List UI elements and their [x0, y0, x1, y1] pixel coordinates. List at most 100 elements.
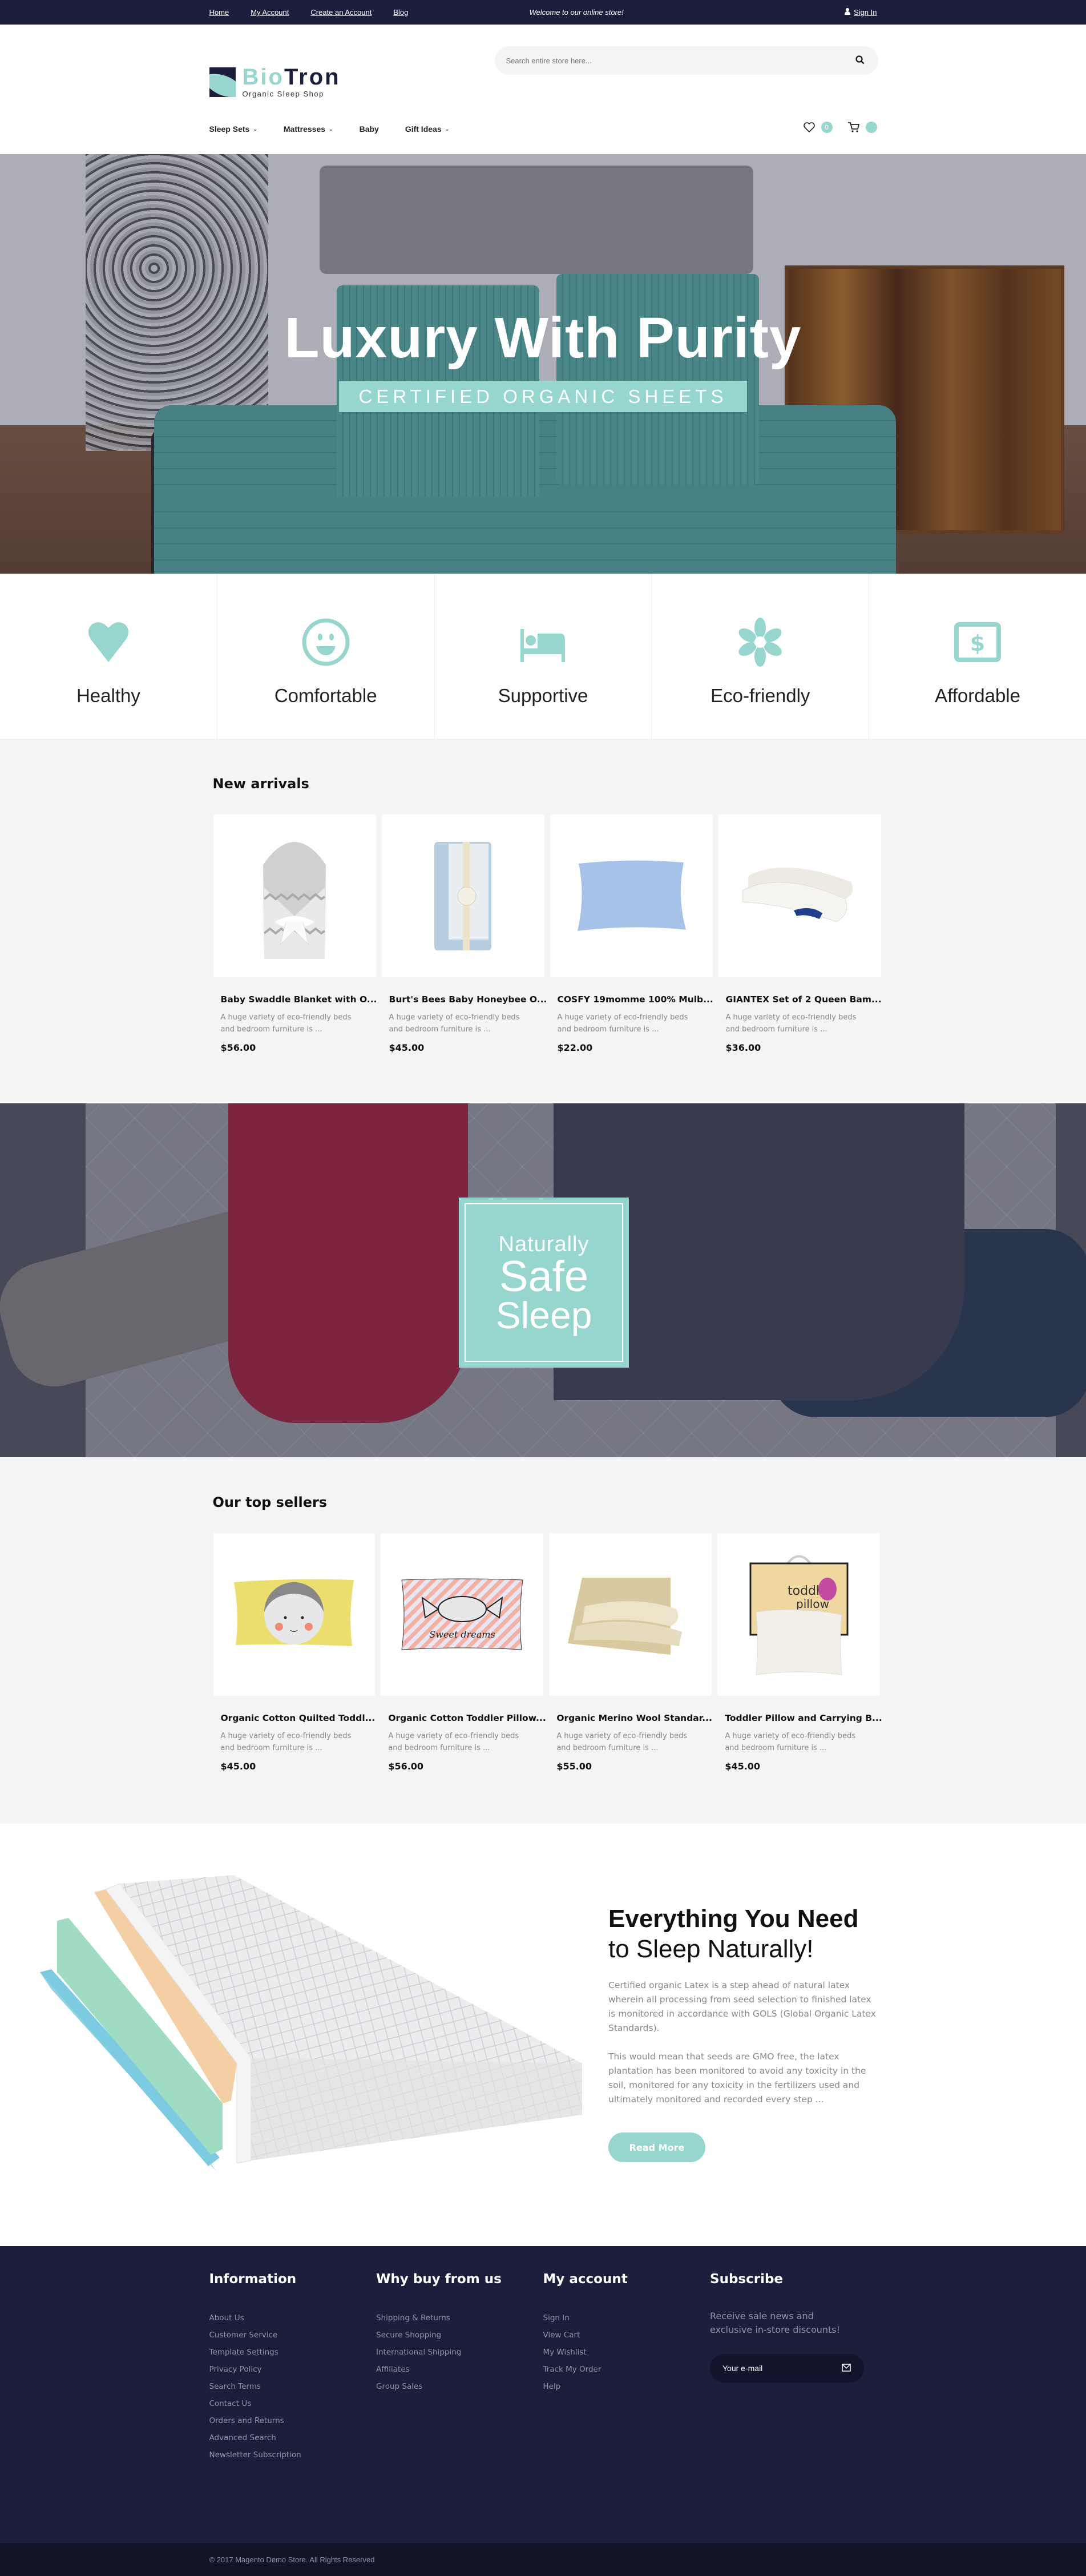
footer-link[interactable]: International Shipping: [376, 2344, 543, 2361]
footer-link[interactable]: Newsletter Subscription: [209, 2446, 377, 2464]
product-name[interactable]: COSFY 19momme 100% Mulb...: [558, 994, 713, 1005]
search-input[interactable]: [506, 56, 854, 65]
smiley-icon: [302, 618, 350, 666]
nav-mattresses[interactable]: Mattresses ⌄: [284, 124, 333, 134]
product-image[interactable]: [718, 815, 881, 977]
chevron-down-icon: ⌄: [253, 126, 257, 132]
feature-affordable: $ Affordable: [869, 574, 1086, 739]
footer-link[interactable]: View Cart: [543, 2327, 710, 2344]
footer-link[interactable]: Track My Order: [543, 2361, 710, 2378]
product-price: $22.00: [557, 1042, 593, 1053]
product-price: $45.00: [725, 1761, 761, 1772]
footer-link[interactable]: Search Terms: [209, 2378, 377, 2395]
product-image[interactable]: [213, 815, 376, 977]
footer-link[interactable]: Orders and Returns: [209, 2412, 377, 2429]
product-card[interactable]: Baby Swaddle Blanket with O... A huge va…: [213, 815, 377, 1053]
safe-sleep-banner[interactable]: Naturally Safe Sleep: [0, 1103, 1086, 1457]
product-card[interactable]: COSFY 19momme 100% Mulb... A huge variet…: [550, 815, 713, 1053]
footer-link[interactable]: Template Settings: [209, 2344, 377, 2361]
sign-in[interactable]: Sign In: [845, 8, 877, 17]
footer-link[interactable]: Shipping & Returns: [376, 2309, 543, 2327]
nav-label: Mattresses: [283, 124, 326, 134]
product-card[interactable]: Organic Merino Wool Standar... A huge va…: [549, 1533, 712, 1772]
product-card[interactable]: Sweet dreams Organic Cotton Toddler Pill…: [381, 1533, 546, 1772]
logo-brand-bio: Bio: [242, 64, 284, 90]
footer-link[interactable]: Help: [543, 2378, 710, 2395]
product-name[interactable]: Toddler Pillow and Carrying B...: [725, 1713, 882, 1723]
footer-link[interactable]: Customer Service: [209, 2327, 377, 2344]
section-title: Our top sellers: [212, 1494, 328, 1510]
heart-outline-icon: [803, 122, 815, 133]
nav-label: Sleep Sets: [209, 124, 250, 134]
footer-column-title: Subscribe: [710, 2272, 784, 2287]
svg-text:Sweet dreams: Sweet dreams: [429, 1629, 495, 1640]
footer-link[interactable]: Privacy Policy: [209, 2361, 377, 2378]
product-image[interactable]: toddler pillow: [717, 1533, 881, 1696]
footer-link[interactable]: Group Sales: [376, 2378, 543, 2395]
top-link-my-account[interactable]: My Account: [251, 8, 289, 17]
top-links: Home My Account Create an Account Blog: [209, 8, 409, 17]
nav-gift-ideas[interactable]: Gift Ideas ⌄: [405, 124, 449, 134]
sweet-dreams-pillow-image: Sweet dreams: [401, 1578, 523, 1650]
feature-label: Eco-friendly: [710, 685, 810, 706]
chevron-down-icon: ⌄: [445, 126, 450, 132]
product-card[interactable]: GIANTEX Set of 2 Queen Bam... A huge var…: [718, 815, 882, 1053]
subscribe-button[interactable]: [841, 2363, 851, 2373]
product-name[interactable]: Organic Cotton Toddler Pillow...: [388, 1713, 546, 1723]
search-bar: [494, 46, 878, 75]
chevron-down-icon: ⌄: [329, 126, 333, 132]
footer-link[interactable]: Affiliates: [376, 2361, 543, 2378]
product-image[interactable]: [381, 815, 544, 977]
product-card[interactable]: Organic Cotton Quilted Toddl... A huge v…: [213, 1533, 376, 1772]
product-name[interactable]: GIANTEX Set of 2 Queen Bam...: [726, 994, 882, 1005]
product-name[interactable]: Burt's Bees Baby Honeybee O...: [389, 994, 547, 1005]
product-card[interactable]: toddler pillow Toddler Pillow and Carryin…: [717, 1533, 882, 1772]
hero-subtitle-badge: CERTIFIED ORGANIC SHEETS: [339, 381, 747, 412]
product-description: A huge variety of eco-friendly beds and …: [556, 1732, 688, 1752]
product-image[interactable]: Sweet dreams: [381, 1533, 544, 1696]
footer-link[interactable]: Advanced Search: [209, 2429, 377, 2446]
top-bar: Home My Account Create an Account Blog W…: [0, 0, 1086, 25]
main-nav: Sleep Sets ⌄ Mattresses ⌄ Baby Gift Ideas ⌄: [209, 124, 450, 134]
cart-button[interactable]: [847, 122, 877, 133]
banner-line-3: Sleep: [495, 1293, 592, 1336]
search-button[interactable]: [854, 55, 866, 66]
footer-link[interactable]: Secure Shopping: [376, 2327, 543, 2344]
nav-sleep-sets[interactable]: Sleep Sets ⌄: [209, 124, 257, 134]
nav-baby[interactable]: Baby: [360, 124, 379, 134]
product-name[interactable]: Organic Cotton Quilted Toddl...: [221, 1713, 376, 1723]
top-link-home[interactable]: Home: [209, 8, 229, 17]
footer-link[interactable]: About Us: [209, 2309, 377, 2327]
product-grid: Baby Swaddle Blanket with O... A huge va…: [213, 815, 882, 1053]
product-price: $56.00: [388, 1761, 424, 1772]
product-image[interactable]: [550, 815, 713, 977]
bamboo-pillows-image: [742, 867, 853, 922]
top-link-create-account[interactable]: Create an Account: [310, 8, 372, 17]
footer-link[interactable]: My Wishlist: [543, 2344, 710, 2361]
product-name[interactable]: Baby Swaddle Blanket with O...: [221, 994, 377, 1005]
safe-sleep-badge: Naturally Safe Sleep: [459, 1198, 629, 1368]
top-link-blog[interactable]: Blog: [393, 8, 408, 17]
email-input[interactable]: [722, 2364, 841, 2373]
footer-column-why-buy: Why buy from us Shipping & Returns Secur…: [376, 2272, 543, 2464]
sign-in-link[interactable]: Sign In: [854, 8, 877, 17]
header: BioTron Organic Sleep Shop Sleep Sets⌄ M…: [0, 25, 1086, 154]
footer-link[interactable]: Sign In: [543, 2309, 710, 2327]
product-image[interactable]: [549, 1533, 712, 1696]
product-card[interactable]: Burt's Bees Baby Honeybee O... A huge va…: [381, 815, 547, 1053]
read-more-button[interactable]: Read More: [608, 2132, 705, 2162]
product-description: A huge variety of eco-friendly beds and …: [725, 1013, 857, 1034]
logo[interactable]: BioTron Organic Sleep Shop: [209, 66, 341, 98]
promo-copy: Everything You Need to Sleep Naturally! …: [608, 1904, 877, 2162]
product-price: $36.00: [725, 1042, 761, 1053]
banner-line-2: Safe: [499, 1252, 589, 1301]
svg-text:$: $: [970, 631, 985, 656]
hero-banner[interactable]: Luxury With Purity CERTIFIED ORGANIC SHE…: [0, 154, 1086, 574]
leaf-logo-icon: [209, 67, 236, 97]
footer-link[interactable]: Contact Us: [209, 2395, 377, 2412]
copyright-bar: © 2017 Magento Demo Store. All Rights Re…: [0, 2543, 1086, 2576]
product-name[interactable]: Organic Merino Wool Standar...: [556, 1713, 712, 1723]
product-image[interactable]: [213, 1533, 376, 1696]
wishlist-button[interactable]: 0: [803, 122, 833, 133]
heart-icon: [88, 622, 128, 662]
